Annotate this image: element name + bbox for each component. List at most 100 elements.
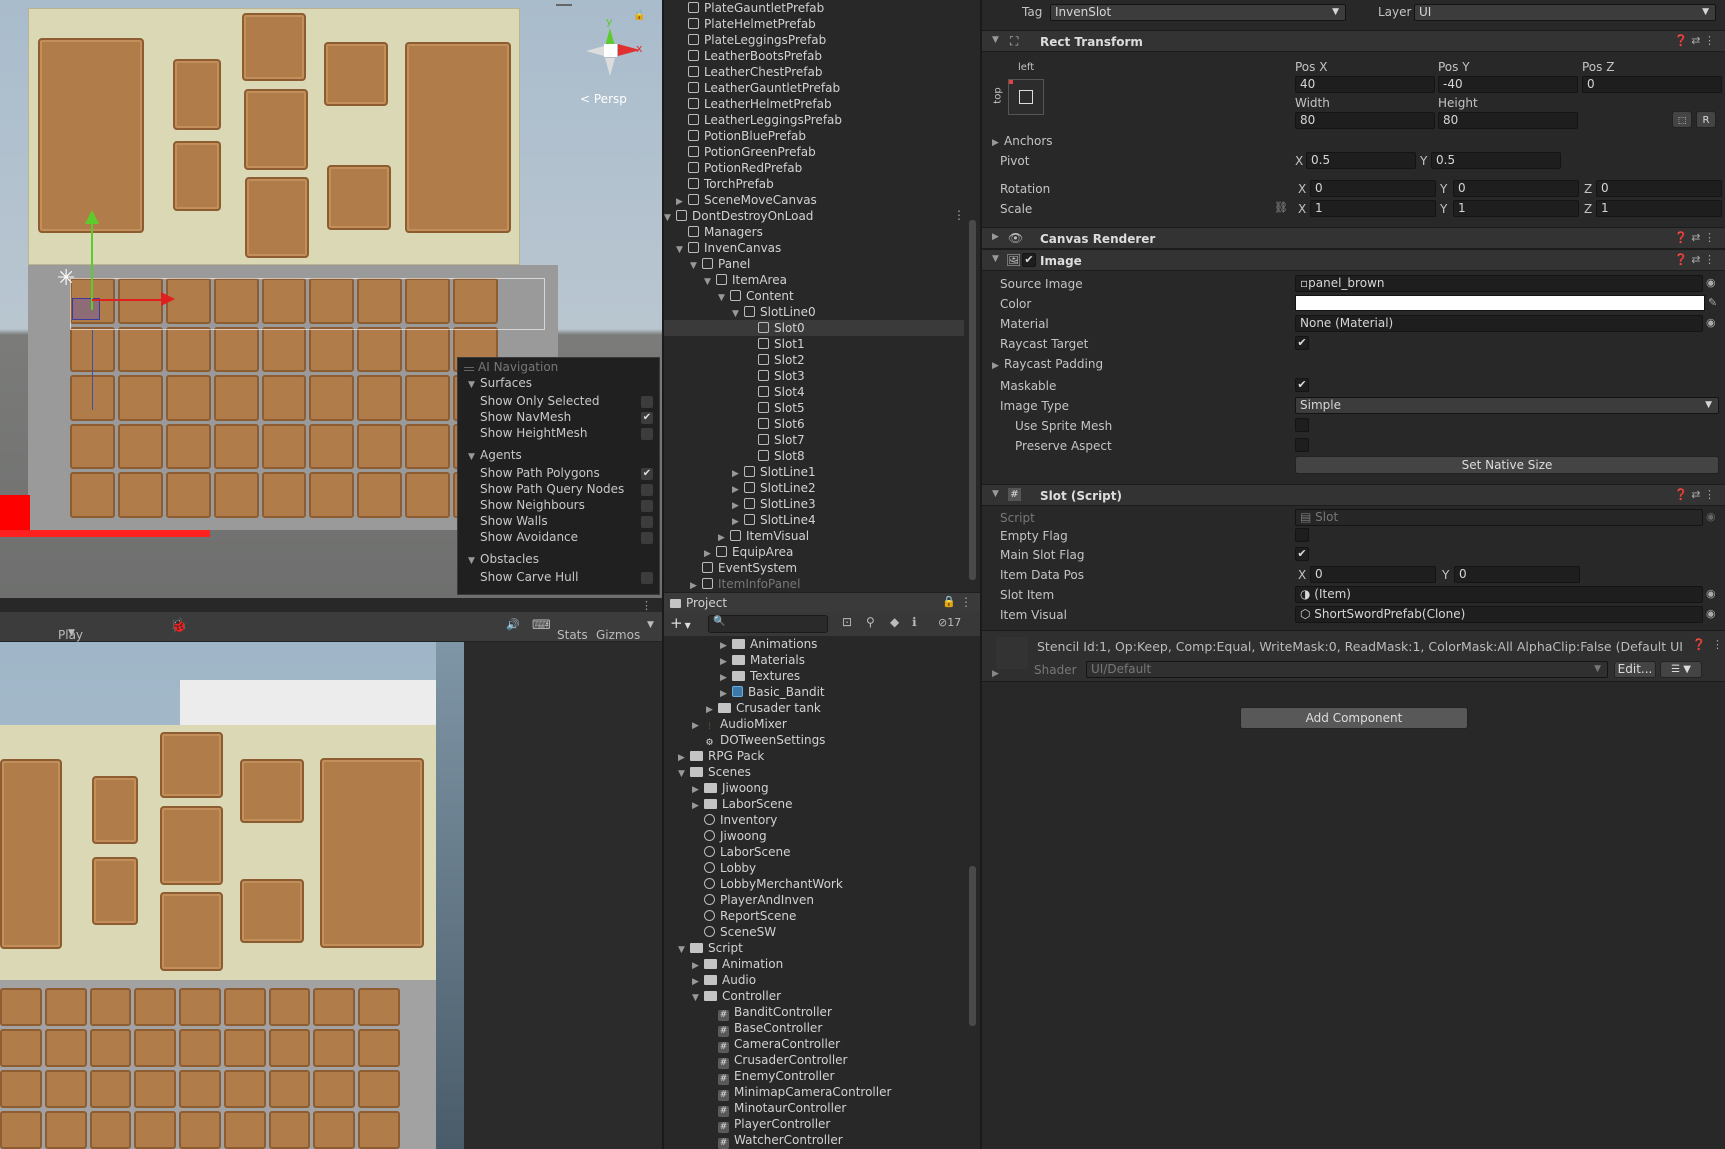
help-icon[interactable]: ❓ — [1674, 231, 1688, 244]
hierarchy-item[interactable]: TorchPrefab — [664, 176, 964, 192]
raw-edit-button[interactable]: R — [1696, 111, 1716, 128]
anchors-foldout[interactable]: ▶ Anchors — [992, 134, 1053, 148]
show-path-polygons-checkbox[interactable]: ✔ — [641, 468, 653, 480]
project-item[interactable]: ▶ Materials — [664, 652, 964, 668]
help-icon[interactable]: ❓ — [1692, 638, 1706, 651]
obstacles-section[interactable]: ▼ Obstacles — [468, 551, 539, 567]
hierarchy-item[interactable]: ▶ ItemVisual — [664, 528, 964, 544]
show-avoidance-toggle[interactable]: Show Avoidance — [480, 529, 578, 545]
layer-dropdown[interactable]: UI ▼ — [1414, 4, 1716, 21]
more-options-icon[interactable]: ⋮ — [1704, 231, 1715, 244]
item-visual-field[interactable]: ⬡ ShortSwordPrefab(Clone) — [1295, 606, 1703, 623]
hierarchy-item[interactable]: LeatherChestPrefab — [664, 64, 964, 80]
raycast-padding-foldout[interactable]: ▶ Raycast Padding — [992, 357, 1103, 371]
project-item[interactable]: # EnemyController — [664, 1068, 964, 1085]
preset-icon[interactable]: ⇄ — [1691, 488, 1700, 501]
material-field[interactable]: None (Material) — [1295, 315, 1703, 332]
persp-toggle[interactable]: < Persp — [580, 92, 627, 106]
hierarchy-item[interactable]: ▶ EquipArea — [664, 544, 964, 560]
add-component-button[interactable]: Add Component — [1240, 707, 1468, 729]
chevron-down-icon[interactable]: ▼ — [468, 377, 480, 393]
hierarchy-item[interactable]: Slot3 — [664, 368, 964, 384]
scale-z-input[interactable]: 1 — [1596, 200, 1722, 217]
show-avoidance-checkbox[interactable] — [641, 532, 653, 544]
hierarchy-item[interactable]: ▼ Panel — [664, 256, 964, 272]
hierarchy-item[interactable]: ▶ SlotLine4 — [664, 512, 964, 528]
info-icon[interactable]: ℹ — [912, 615, 917, 629]
chevron-down-icon[interactable]: ▼ — [992, 35, 999, 45]
pos-y-input[interactable]: -40 — [1438, 76, 1578, 93]
gizmo-z-axis[interactable] — [92, 330, 93, 410]
set-native-size-button[interactable]: Set Native Size — [1295, 456, 1719, 474]
image-enabled-checkbox[interactable]: ✔ — [1022, 253, 1036, 267]
hidden-count[interactable]: ⊘17 — [938, 616, 961, 629]
color-swatch[interactable] — [1295, 295, 1705, 311]
hierarchy-item[interactable]: ▶ SlotLine3 — [664, 496, 964, 512]
show-path-polygons-toggle[interactable]: Show Path Polygons — [480, 465, 600, 481]
project-item[interactable]: # CrusaderController — [664, 1052, 964, 1069]
link-icon[interactable]: ⛓ — [1274, 201, 1288, 214]
hierarchy-item[interactable]: PotionGreenPrefab — [664, 144, 964, 160]
pivot-x-input[interactable]: 0.5 — [1306, 152, 1416, 169]
show-neighbours-toggle[interactable]: Show Neighbours — [480, 497, 585, 513]
project-scrollbar[interactable] — [969, 866, 976, 1026]
hierarchy-item[interactable]: Slot6 — [664, 416, 964, 432]
project-item[interactable]: # PlayerController — [664, 1116, 964, 1133]
project-item[interactable]: ⚙ DOTweenSettings — [664, 732, 964, 748]
project-item[interactable]: Inventory — [664, 812, 964, 828]
orientation-gizmo[interactable]: y x — [574, 14, 646, 86]
component-icons[interactable]: ❓ ⇄ ⋮ — [1674, 231, 1715, 244]
source-image-field[interactable]: ▫panel_brown — [1295, 275, 1703, 292]
show-heightmesh-checkbox[interactable] — [641, 428, 653, 440]
tag-dropdown[interactable]: InvenSlot ▼ — [1050, 4, 1346, 21]
preset-icon[interactable]: ⇄ — [1691, 253, 1700, 266]
edit-shader-button[interactable]: Edit... — [1614, 661, 1656, 678]
show-walls-toggle[interactable]: Show Walls — [480, 513, 548, 529]
blueprint-mode-button[interactable]: ⬚ — [1672, 111, 1692, 128]
gizmo-y-arrow[interactable] — [85, 210, 99, 224]
project-item[interactable]: # MinimapCameraController — [664, 1084, 964, 1101]
show-carve-hull-toggle[interactable]: Show Carve Hull — [480, 569, 578, 585]
project-item[interactable]: ▶ RPG Pack — [664, 748, 964, 764]
item-data-pos-x-input[interactable]: 0 — [1310, 566, 1436, 583]
hierarchy-item[interactable]: ▼ Content — [664, 288, 964, 304]
hierarchy-item[interactable]: Slot5 — [664, 400, 964, 416]
show-path-query-nodes-toggle[interactable]: Show Path Query Nodes — [480, 481, 624, 497]
component-icons[interactable]: ❓ ⇄ ⋮ — [1674, 34, 1715, 47]
agents-section[interactable]: ▼ Agents — [468, 447, 522, 463]
object-picker-icon[interactable]: ◉ — [1706, 587, 1716, 600]
object-picker-icon[interactable]: ◉ — [1706, 276, 1716, 289]
hierarchy-item[interactable]: ▼ SlotLine0 — [664, 304, 964, 320]
project-item[interactable]: LobbyMerchantWork — [664, 876, 964, 892]
gizmo-x-axis[interactable] — [92, 299, 164, 301]
project-item[interactable]: # BaseController — [664, 1020, 964, 1037]
hierarchy-item[interactable]: PlateGauntletPrefab — [664, 0, 964, 16]
item-data-pos-y-input[interactable]: 0 — [1454, 566, 1580, 583]
project-item[interactable]: LaborScene — [664, 844, 964, 860]
hierarchy-item[interactable]: LeatherLeggingsPrefab — [664, 112, 964, 128]
hierarchy-item[interactable]: ▶ SlotLine1 — [664, 464, 964, 480]
chevron-down-icon[interactable]: ▼ — [992, 489, 999, 499]
project-tree[interactable]: ▶ Animations ▶ Materials ▶ Textures ▶ Basic_Ban… — [664, 636, 980, 1149]
help-icon[interactable]: ❓ — [1674, 488, 1688, 501]
hierarchy-item[interactable]: ▼ ItemArea — [664, 272, 964, 288]
search-by-type-icon[interactable]: ⊡ — [842, 615, 852, 629]
project-item[interactable]: # CameraController — [664, 1036, 964, 1053]
project-item[interactable]: ▶ Animation — [664, 956, 964, 972]
project-item[interactable]: Jiwoong — [664, 828, 964, 844]
more-options-icon[interactable]: ⋮ — [1704, 253, 1715, 266]
width-input[interactable]: 80 — [1295, 112, 1435, 129]
hierarchy-item[interactable]: Slot7 — [664, 432, 964, 448]
scene-view[interactable]: ✳ y x 🔒 < Persp AI Navigation ▼ Surfaces … — [0, 0, 662, 598]
project-item[interactable]: ▶ ⫶ AudioMixer — [664, 716, 964, 732]
keyboard-icon[interactable]: ⌨ — [532, 618, 551, 633]
slot-item-field[interactable]: ◑ (Item) — [1295, 586, 1703, 603]
empty-flag-checkbox[interactable] — [1295, 528, 1309, 542]
hierarchy-item[interactable]: ▼ InvenCanvas — [664, 240, 964, 256]
show-navmesh-checkbox[interactable]: ✔ — [641, 412, 653, 424]
hierarchy-item[interactable]: LeatherHelmetPrefab — [664, 96, 964, 112]
gizmo-x-arrow[interactable] — [161, 292, 175, 306]
audio-icon[interactable]: 🔊 — [506, 618, 520, 631]
project-item[interactable]: Lobby — [664, 860, 964, 876]
hierarchy-item[interactable]: PlateLeggingsPrefab — [664, 32, 964, 48]
